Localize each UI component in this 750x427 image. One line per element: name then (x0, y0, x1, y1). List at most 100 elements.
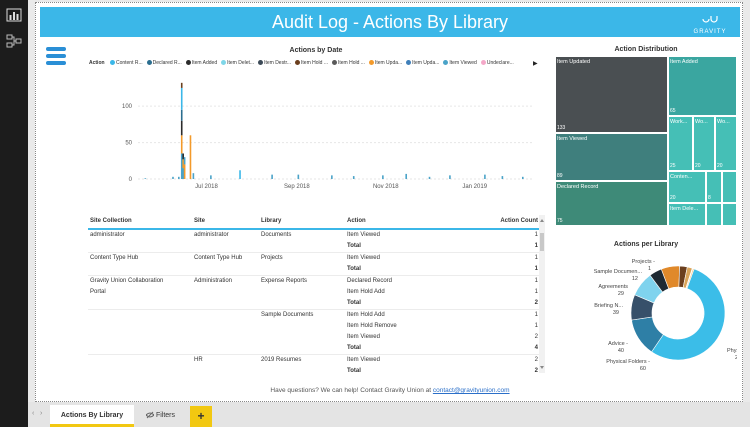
table-cell-lib (259, 241, 345, 253)
table-row[interactable]: Portal Item Hold Add 1 (88, 287, 540, 298)
table-cell-sc (88, 343, 192, 355)
table-row[interactable]: Item Viewed 2 (88, 332, 540, 343)
bar-segment[interactable] (405, 173, 407, 179)
bar-segment[interactable] (180, 87, 183, 110)
table-cell-count: 2 (445, 354, 540, 366)
treemap-cell[interactable] (706, 203, 722, 226)
table-row[interactable]: Item Hold Remove 1 (88, 321, 540, 332)
menu-icon[interactable] (46, 47, 68, 69)
treemap-cell[interactable]: Wo... 20 (693, 116, 715, 171)
bar-segment[interactable] (180, 82, 183, 88)
bar-segment[interactable] (271, 174, 273, 179)
bar-segment[interactable] (428, 176, 431, 179)
bar-segment[interactable] (297, 174, 300, 179)
bar-segment[interactable] (182, 153, 184, 160)
legend-item[interactable]: Item Upda... (368, 60, 402, 66)
tab-filters[interactable]: Filters (138, 405, 183, 427)
table-scrollbar[interactable] (539, 215, 545, 373)
table-row[interactable]: Total 4 (88, 343, 540, 355)
table-row[interactable]: Gravity Union Collaboration Administratio… (88, 275, 540, 287)
table-row[interactable]: Total 1 (88, 264, 540, 276)
table-cell-count: 1 (445, 309, 540, 321)
scroll-down-icon[interactable] (539, 365, 545, 371)
scroll-up-icon[interactable] (539, 217, 545, 223)
table-row[interactable]: Total 2 (88, 366, 540, 375)
table-row[interactable]: Total 2 (88, 298, 540, 310)
treemap-count: 25 (670, 163, 676, 169)
legend-item[interactable]: Item Hold ... (295, 60, 328, 66)
prev-page-icon[interactable]: ‹ (32, 410, 34, 417)
legend-dot-icon (368, 60, 374, 66)
hierarchy-icon[interactable] (6, 34, 22, 48)
treemap-cell[interactable] (722, 203, 737, 226)
next-page-icon[interactable]: › (40, 410, 42, 417)
column-header-library[interactable]: Library (259, 215, 345, 230)
treemap-cell[interactable]: Item Dele... (668, 203, 706, 226)
legend-item[interactable]: Item Upda... (406, 60, 439, 66)
legend-item[interactable]: Item Hold ... (331, 60, 365, 66)
bar-segment[interactable] (189, 135, 192, 179)
column-header-site[interactable]: Site (192, 215, 259, 230)
treemap-cell[interactable] (722, 171, 737, 203)
contact-email-link[interactable]: contact@gravityunion.com (433, 387, 510, 394)
bar-segment[interactable] (382, 175, 384, 179)
column-header-site-collection[interactable]: Site Collection (88, 215, 192, 230)
table-cell-lib: 2019 Resumes (259, 354, 345, 366)
bar-segment[interactable] (180, 153, 183, 180)
scroll-thumb[interactable] (540, 233, 544, 251)
legend-item[interactable]: Content R... (109, 60, 143, 66)
legend-item[interactable]: Item Delet... (221, 60, 254, 66)
bar-segment[interactable] (183, 164, 186, 179)
treemap-cell[interactable]: Declared Record 75 (555, 181, 668, 226)
bar-segment[interactable] (501, 176, 504, 179)
treemap-cell[interactable]: Conten... 20 (668, 171, 706, 203)
bar-segment[interactable] (239, 170, 241, 179)
bar-segment[interactable] (352, 176, 355, 179)
treemap-cell[interactable]: Work... 25 (668, 116, 693, 171)
bar-chart-icon[interactable] (6, 8, 22, 22)
table-row[interactable]: Sample Documents Item Hold Add 1 (88, 309, 540, 321)
treemap-cell[interactable]: Item Added 65 (668, 56, 737, 116)
column-header-action[interactable]: Action (345, 215, 445, 230)
legend-next-arrow-icon[interactable]: ▶ (533, 60, 538, 67)
table-cell-count: 2 (534, 334, 538, 340)
bar-segment[interactable] (180, 135, 183, 154)
bar-segment[interactable] (144, 178, 147, 179)
treemap-cell[interactable]: Item Viewed 89 (555, 133, 668, 181)
bar-segment[interactable] (180, 109, 183, 121)
tab-actions-by-library[interactable]: Actions By Library (50, 405, 134, 427)
table-cell-lib (259, 264, 345, 276)
legend-item[interactable]: Item Viewed (443, 60, 477, 66)
treemap-cell[interactable]: Item Updated 133 (555, 56, 668, 133)
legend-item[interactable]: Item Destr... (258, 60, 291, 66)
bar-segment[interactable] (449, 175, 451, 179)
bar-segment[interactable] (182, 159, 184, 169)
bar-segment[interactable] (178, 176, 180, 179)
table-row[interactable]: Content Type Hub Content Type Hub Projects… (88, 252, 540, 264)
page-tab-bar: ‹ › Actions By Library Filters + (28, 402, 750, 427)
table-row[interactable]: Total 1 (88, 241, 540, 253)
bar-segment[interactable] (521, 176, 524, 179)
bar-segment[interactable] (172, 176, 174, 179)
treemap-cell[interactable]: 8 (706, 171, 722, 203)
table-cell-site: HR (192, 354, 259, 366)
treemap-cell[interactable]: Wo... 20 (715, 116, 737, 171)
table-cell-count: 2 (534, 368, 538, 374)
donut-label: Sample Documen... (594, 269, 643, 275)
legend-item[interactable]: Item Added (185, 60, 217, 66)
legend-item[interactable]: Undeclare... (480, 60, 514, 66)
bar-segment[interactable] (192, 173, 195, 179)
bar-segment[interactable] (180, 120, 183, 136)
bar-segment[interactable] (210, 175, 212, 179)
column-header-action-count[interactable]: Action Count (445, 215, 540, 230)
legend-label: Item Upda... (412, 60, 440, 66)
bar-segment[interactable] (484, 174, 486, 179)
add-page-button[interactable]: + (190, 406, 212, 427)
donut-label: Agreements (598, 284, 628, 290)
table-row[interactable]: administrator administrator Documents Item … (88, 228, 540, 241)
bar-segment[interactable] (182, 168, 184, 179)
bar-segment[interactable] (331, 175, 333, 179)
table-row[interactable]: HR 2019 Resumes Item Viewed 2 (88, 354, 540, 366)
legend-item[interactable]: Declared R... (146, 60, 182, 66)
bar-segment[interactable] (183, 157, 186, 165)
